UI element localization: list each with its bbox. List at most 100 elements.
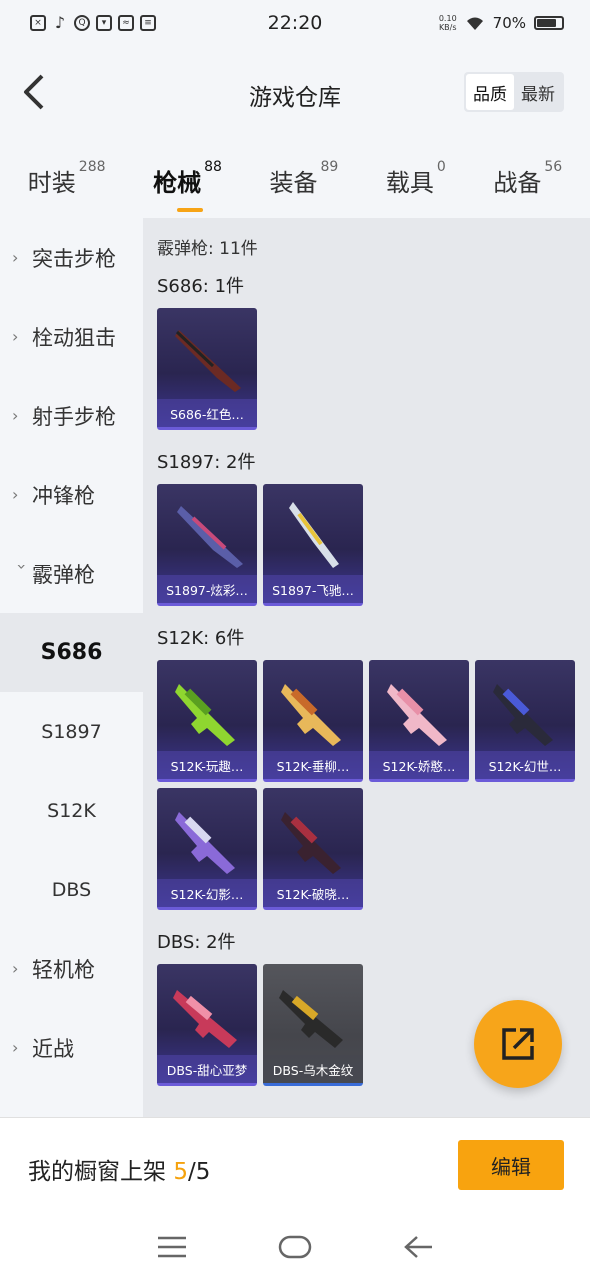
sidebar-item-bolt-sniper[interactable]: › 栓动狙击: [0, 297, 143, 376]
shotgun-icon: [281, 812, 341, 874]
chevron-right-icon: ›: [12, 1038, 19, 1057]
item-card[interactable]: DBS-乌木金纹: [263, 964, 363, 1086]
net-speed-value: 0.10: [438, 14, 457, 23]
item-card[interactable]: S12K-娇憨…: [369, 660, 469, 782]
shotgun-icon: [175, 812, 235, 874]
sidebar-item-assault-rifle[interactable]: › 突击步枪: [0, 218, 143, 297]
item-card[interactable]: S12K-幻世…: [475, 660, 575, 782]
sidebar-subitem-s1897[interactable]: S1897: [0, 692, 143, 771]
shotgun-icon: [173, 990, 237, 1048]
sidebar-item-label: 栓动狙击: [32, 325, 116, 350]
tab-count: 288: [78, 158, 106, 175]
battery-percent: 70%: [492, 14, 526, 32]
sort-toggle: 品质 最新: [464, 72, 564, 112]
share-button[interactable]: [474, 1000, 562, 1088]
sidebar-item-label: 射手步枪: [32, 404, 116, 429]
item-grid: S686-红色…: [157, 308, 587, 430]
tab-equipment[interactable]: 装备 89: [269, 159, 338, 198]
item-label: DBS-甜心亚梦: [157, 1055, 257, 1083]
group-heading: DBS: 2件: [157, 932, 236, 953]
menu-button[interactable]: [152, 1227, 192, 1267]
tab-label: 装备: [269, 168, 318, 197]
tab-label: 战备: [493, 168, 542, 197]
calendar-icon: ≡: [140, 15, 156, 31]
shotgun-icon: [387, 684, 447, 746]
tab-label: 时装: [27, 168, 76, 197]
tab-count: 89: [320, 158, 339, 175]
sidebar-item-label: 冲锋枪: [32, 483, 95, 508]
item-label: S12K-垂柳…: [263, 751, 363, 779]
item-card[interactable]: S12K-破晓…: [263, 788, 363, 910]
sidebar-item-marksman-rifle[interactable]: › 射手步枪: [0, 376, 143, 455]
group-heading: S686: 1件: [157, 276, 245, 297]
sidebar-item-label: 突击步枪: [32, 246, 116, 271]
chevron-down-icon: ›: [12, 563, 32, 570]
shotgun-icon: [281, 684, 341, 746]
item-label: S12K-娇憨…: [369, 751, 469, 779]
sidebar-item-smg[interactable]: › 冲锋枪: [0, 455, 143, 534]
home-icon: [278, 1235, 312, 1259]
shotgun-icon: [177, 506, 243, 568]
tab-supplies[interactable]: 战备 56: [493, 159, 562, 198]
shotgun-icon: [175, 684, 235, 746]
item-label: DBS-乌木金纹: [263, 1055, 363, 1083]
item-label: S12K-幻影…: [157, 879, 257, 907]
tab-vehicles[interactable]: 载具 0: [386, 159, 446, 198]
shotgun-icon: [175, 330, 241, 392]
sidebar-item-other[interactable]: ›其他: [0, 1087, 143, 1119]
app-header: 游戏仓库 品质 最新: [0, 46, 590, 142]
notification-icon: ×: [30, 15, 46, 31]
sidebar-item-melee[interactable]: › 近战: [0, 1008, 143, 1087]
sidebar-item-label: 近战: [32, 1036, 74, 1061]
showcase-status: 我的橱窗上架 5/5: [28, 1152, 210, 1186]
item-label: S12K-玩趣…: [157, 751, 257, 779]
sidebar-item-shotgun[interactable]: › 霰弹枪: [0, 534, 143, 613]
share-export-icon: [502, 1028, 534, 1060]
notification-icons: × ♪ Q ▾ ≈ ≡: [30, 15, 156, 31]
item-label: S686-红色…: [157, 399, 257, 427]
item-card[interactable]: S12K-幻影…: [157, 788, 257, 910]
tab-fashion[interactable]: 时装 288: [27, 159, 106, 198]
shotgun-icon: [279, 990, 343, 1048]
system-nav-bar: [0, 1214, 590, 1280]
item-grid: S1897-炫彩… S1897-飞驰…: [157, 484, 587, 606]
item-card[interactable]: DBS-甜心亚梦: [157, 964, 257, 1086]
shotgun-icon: [289, 502, 339, 568]
nav-back-icon: [404, 1236, 433, 1258]
sidebar-item-label: 轻机枪: [32, 957, 95, 982]
category-tabs: 时装 288 枪械 88 装备 89 载具 0 战备 56: [0, 142, 590, 218]
chevron-right-icon: ›: [12, 248, 19, 267]
sidebar-subitem-dbs[interactable]: DBS: [0, 850, 143, 929]
showcase-count-current: 5: [173, 1159, 188, 1185]
item-grid: S12K-玩趣… S12K-垂柳… S12K-娇憨… S12K-幻世… S12K…: [157, 660, 587, 910]
tab-count: 0: [436, 158, 446, 175]
item-card[interactable]: S1897-飞驰…: [263, 484, 363, 606]
sort-quality-button[interactable]: 品质: [466, 74, 514, 110]
category-heading: 霰弹枪: 11件: [157, 239, 258, 259]
item-card[interactable]: S1897-炫彩…: [157, 484, 257, 606]
sidebar-subitem-s12k[interactable]: S12K: [0, 771, 143, 850]
item-card[interactable]: S686-红色…: [157, 308, 257, 430]
tiktok-icon: ♪: [54, 13, 66, 32]
item-card[interactable]: S12K-玩趣…: [157, 660, 257, 782]
item-label: S1897-炫彩…: [157, 575, 257, 603]
group-heading: S12K: 6件: [157, 628, 245, 649]
wifi-icon: [466, 17, 483, 30]
showcase-label: 我的橱窗上架: [28, 1159, 166, 1185]
tab-guns[interactable]: 枪械 88: [153, 159, 222, 212]
item-list: 霰弹枪: 11件 S686: 1件 S686-红色… S1897: 2件 S18…: [143, 218, 590, 1118]
sidebar-subitem-s686[interactable]: S686: [0, 613, 143, 692]
chevron-right-icon: ›: [12, 959, 19, 978]
sidebar-item-label: 霰弹枪: [32, 562, 95, 587]
tab-count: 56: [544, 158, 563, 175]
app-icon: Q: [74, 15, 90, 31]
item-label: S1897-飞驰…: [263, 575, 363, 603]
home-button[interactable]: [275, 1227, 315, 1267]
nav-back-button[interactable]: [398, 1227, 438, 1267]
item-label: S12K-幻世…: [475, 751, 575, 779]
edit-button[interactable]: 编辑: [458, 1140, 564, 1190]
sidebar-item-lmg[interactable]: › 轻机枪: [0, 929, 143, 1008]
item-card[interactable]: S12K-垂柳…: [263, 660, 363, 782]
sort-latest-button[interactable]: 最新: [514, 74, 562, 110]
message-icon: ≈: [118, 15, 134, 31]
